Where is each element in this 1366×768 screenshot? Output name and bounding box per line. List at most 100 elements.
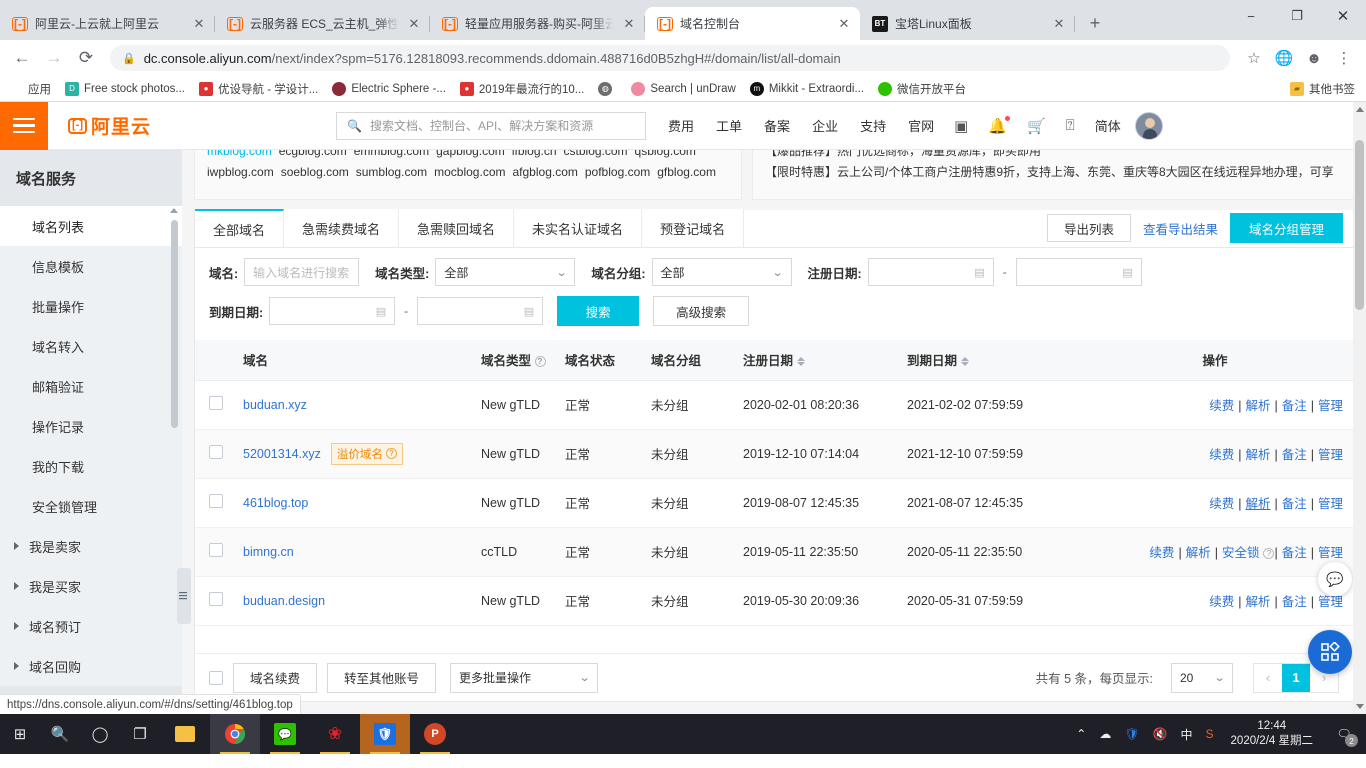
browser-tab-active[interactable]: [-] 域名控制台 ✕ xyxy=(645,7,860,40)
batch-renew-button[interactable]: 域名续费 xyxy=(233,662,318,693)
exp-date-to-input[interactable]: ▤ xyxy=(417,297,544,325)
browser-tab[interactable]: [-] 阿里云-上云就上阿里云 ✕ xyxy=(0,7,215,40)
file-explorer-icon[interactable] xyxy=(160,714,210,754)
th-exp-date[interactable]: 到期日期 xyxy=(901,340,1077,381)
reg-date-from-input[interactable]: ▤ xyxy=(867,258,994,286)
terminal-icon[interactable]: ▣ xyxy=(954,117,968,135)
promo-domain-link[interactable]: sumblog.com xyxy=(356,165,427,179)
sidebar-group-buyback[interactable]: 域名回购 xyxy=(0,646,182,686)
op-manage-link[interactable]: 管理 xyxy=(1318,448,1343,462)
bookmark-apps[interactable]: 应用 xyxy=(9,81,51,97)
row-checkbox[interactable] xyxy=(209,396,223,410)
tab-unverified[interactable]: 未实名认证域名 xyxy=(514,209,643,247)
window-close-button[interactable]: ✕ xyxy=(1320,0,1366,32)
search-icon[interactable]: 🔍 xyxy=(40,714,80,754)
tab-close-icon[interactable]: ✕ xyxy=(836,16,852,32)
promo-domain-link[interactable]: qsblog.com xyxy=(635,150,696,158)
cloud-sync-icon[interactable]: ☁ xyxy=(1099,727,1111,741)
sidebar-collapse-handle[interactable] xyxy=(177,568,191,624)
scroll-up-arrow-icon[interactable] xyxy=(170,208,178,213)
sidebar-group-buyer[interactable]: 我是买家 xyxy=(0,566,182,606)
shield-icon[interactable]: 🛡 xyxy=(1124,727,1139,741)
promo-line-2[interactable]: 【限时特惠】云上公司/个体工商户注册特惠9折，支持上海、东莞、重庆等8大园区在线… xyxy=(765,162,1341,183)
view-export-result-link[interactable]: 查看导出结果 xyxy=(1143,219,1218,238)
tab-urgent-redeem[interactable]: 急需赎回域名 xyxy=(399,209,515,247)
op-remark-link[interactable]: 备注 xyxy=(1282,399,1307,413)
question-icon[interactable]: ? xyxy=(385,448,397,459)
tab-preregistered[interactable]: 预登记域名 xyxy=(642,209,745,247)
bookmark-item[interactable]: 微信开放平台 xyxy=(878,81,966,97)
chrome-menu-icon[interactable]: ⋮ xyxy=(1330,44,1358,72)
chat-support-icon[interactable]: 💬 xyxy=(1318,562,1352,596)
sidebar-group-backorder[interactable]: 域名预订 xyxy=(0,606,182,646)
red-app-icon[interactable]: ❀ xyxy=(310,714,360,754)
op-renew-link[interactable]: 续费 xyxy=(1209,448,1234,462)
sidebar-item-my-downloads[interactable]: 我的下载 xyxy=(0,446,182,486)
chrome-icon[interactable] xyxy=(210,714,260,754)
new-tab-button[interactable]: + xyxy=(1081,9,1109,37)
op-renew-link[interactable]: 续费 xyxy=(1209,399,1234,413)
op-resolve-link[interactable]: 解析 xyxy=(1245,399,1270,413)
advanced-search-button[interactable]: 高级搜索 xyxy=(653,296,750,326)
global-search-input[interactable]: 🔍 搜索文档、控制台、API、解决方案和资源 xyxy=(336,111,647,140)
more-batch-ops-select[interactable]: 更多批量操作 ⌄ xyxy=(450,662,599,693)
sidebar-item-batch-ops[interactable]: 批量操作 xyxy=(0,286,182,326)
help-icon[interactable]: ⍰ xyxy=(1066,117,1075,134)
promo-domain-link[interactable]: gfblog.com xyxy=(657,165,716,179)
bookmark-star-icon[interactable]: ☆ xyxy=(1240,44,1268,72)
back-icon[interactable]: ← xyxy=(8,44,36,72)
menu-hamburger-icon[interactable] xyxy=(0,102,48,150)
promo-domain-link[interactable]: cstblog.com xyxy=(564,150,628,158)
header-nav-support[interactable]: 支持 xyxy=(860,116,886,135)
page-1-button[interactable]: 1 xyxy=(1282,663,1310,692)
sidebar-item-domain-transfer-in[interactable]: 域名转入 xyxy=(0,326,182,366)
search-button[interactable]: 搜索 xyxy=(557,296,640,326)
header-nav-fee[interactable]: 费用 xyxy=(668,116,694,135)
bookmark-item[interactable]: m Mikkit - Extraordi... xyxy=(749,81,864,96)
tencent-shield-icon[interactable]: 🛡 xyxy=(360,714,410,754)
sort-icon[interactable] xyxy=(797,357,806,367)
op-security-lock-link[interactable]: 安全锁 xyxy=(1222,546,1260,560)
domain-group-select[interactable]: 全部 ⌄ xyxy=(651,258,792,286)
question-icon[interactable]: ? xyxy=(534,356,546,368)
bell-icon[interactable]: 🔔 xyxy=(988,115,1010,135)
tab-urgent-renew[interactable]: 急需续费域名 xyxy=(284,209,400,247)
sort-icon[interactable] xyxy=(961,357,970,367)
powerpoint-icon[interactable]: P xyxy=(410,714,460,754)
scroll-down-arrow-icon[interactable] xyxy=(1356,704,1364,709)
transfer-account-button[interactable]: 转至其他账号 xyxy=(327,662,437,693)
forward-icon[interactable]: → xyxy=(40,44,68,72)
tab-all-domains[interactable]: 全部域名 xyxy=(195,209,285,247)
row-checkbox[interactable] xyxy=(209,592,223,606)
prev-page-button[interactable]: ‹ xyxy=(1254,664,1282,692)
export-list-button[interactable]: 导出列表 xyxy=(1046,214,1131,242)
page-scrollbar-thumb[interactable] xyxy=(1355,140,1364,310)
address-bar[interactable]: 🔒 dc.console.aliyun.com/next/index?spm=5… xyxy=(110,45,1230,71)
promo-domain-link[interactable]: ifblog.cn xyxy=(512,150,557,158)
sidebar-item-email-verify[interactable]: 邮箱验证 xyxy=(0,366,182,406)
sogou-icon[interactable]: S xyxy=(1206,727,1214,741)
domain-type-select[interactable]: 全部 ⌄ xyxy=(435,258,576,286)
bookmark-item[interactable]: Electric Sphere -... xyxy=(332,81,446,96)
header-nav-icp[interactable]: 备案 xyxy=(764,116,790,135)
op-resolve-link[interactable]: 解析 xyxy=(1245,448,1270,462)
scrollbar-thumb[interactable] xyxy=(171,220,178,428)
row-checkbox[interactable] xyxy=(209,445,223,459)
tab-close-icon[interactable]: ✕ xyxy=(191,16,207,32)
bookmark-item[interactable]: ● 优设导航 - 学设计... xyxy=(199,81,318,97)
op-manage-link[interactable]: 管理 xyxy=(1318,399,1343,413)
promo-line-1[interactable]: 【爆品推荐】热门优选商标，海量资源库，即买即用 xyxy=(765,150,1341,162)
exp-date-from-input[interactable]: ▤ xyxy=(269,297,396,325)
op-renew-link[interactable]: 续费 xyxy=(1209,595,1234,609)
browser-tab[interactable]: BT 宝塔Linux面板 ✕ xyxy=(860,7,1075,40)
task-view-icon[interactable]: ❐ xyxy=(120,714,160,754)
row-checkbox[interactable] xyxy=(209,543,223,557)
browser-tab[interactable]: [-] 轻量应用服务器-购买-阿里云 ✕ xyxy=(430,7,645,40)
scroll-up-arrow-icon[interactable] xyxy=(1356,107,1364,112)
bookmark-item[interactable]: ● 2019年最流行的10... xyxy=(459,81,584,97)
op-resolve-link[interactable]: 解析 xyxy=(1245,497,1270,511)
user-avatar[interactable] xyxy=(1134,111,1163,140)
volume-mute-icon[interactable]: 🔇 xyxy=(1153,727,1168,741)
bookmark-other-folder[interactable]: ▰ 其他书签 xyxy=(1290,81,1357,97)
op-remark-link[interactable]: 备注 xyxy=(1282,546,1307,560)
